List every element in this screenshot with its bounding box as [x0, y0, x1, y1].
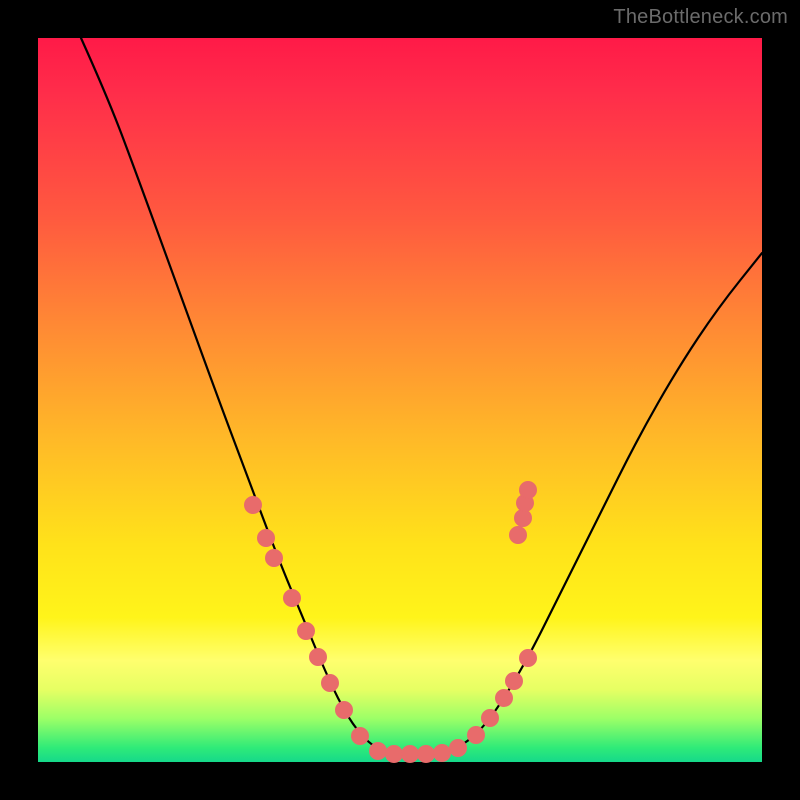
data-marker [402, 746, 419, 763]
data-marker [258, 530, 275, 547]
data-marker [310, 649, 327, 666]
data-marker [506, 673, 523, 690]
data-marker [266, 550, 283, 567]
data-marker [482, 710, 499, 727]
plot-area [38, 38, 762, 762]
data-marker [298, 623, 315, 640]
chart-svg [38, 38, 762, 762]
data-marker [496, 690, 513, 707]
bottleneck-curve [81, 38, 762, 754]
data-marker [468, 727, 485, 744]
data-marker [352, 728, 369, 745]
data-marker [370, 743, 387, 760]
data-marker [245, 497, 262, 514]
data-marker [515, 510, 532, 527]
data-marker [520, 650, 537, 667]
data-marker [284, 590, 301, 607]
data-marker [336, 702, 353, 719]
markers-group [245, 482, 537, 763]
data-marker [510, 527, 527, 544]
data-marker [386, 746, 403, 763]
data-marker [322, 675, 339, 692]
data-marker [418, 746, 435, 763]
outer-frame: TheBottleneck.com [0, 0, 800, 800]
data-marker [434, 745, 451, 762]
watermark-text: TheBottleneck.com [613, 6, 788, 29]
data-marker [450, 740, 467, 757]
data-marker [520, 482, 537, 499]
